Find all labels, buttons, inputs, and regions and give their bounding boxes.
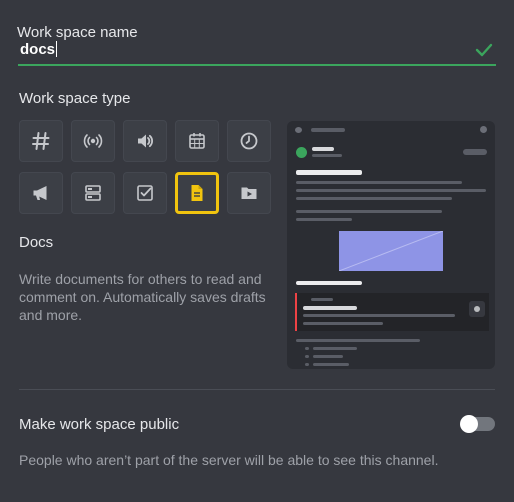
docs-preview — [287, 121, 495, 369]
type-option-board[interactable] — [71, 172, 115, 214]
preview-line — [313, 347, 357, 350]
clock-icon — [240, 132, 258, 150]
calendar-icon — [189, 133, 205, 149]
document-icon — [191, 185, 203, 201]
preview-bullet — [305, 347, 309, 350]
preview-button — [463, 149, 487, 155]
public-label: Make work space public — [19, 416, 180, 433]
section-divider — [19, 389, 495, 390]
workspace-name-input[interactable]: docs — [18, 40, 496, 66]
speaker-icon — [138, 134, 154, 148]
preview-bullet — [305, 363, 309, 366]
preview-line — [296, 197, 452, 200]
broadcast-icon — [83, 134, 103, 148]
preview-dot — [474, 306, 480, 312]
type-option-video[interactable] — [227, 172, 271, 214]
preview-line — [296, 218, 352, 221]
check-icon — [475, 43, 493, 57]
preview-line — [313, 363, 349, 366]
workspace-type-label: Work space type — [19, 90, 131, 107]
type-option-announcement[interactable] — [19, 172, 63, 214]
preview-line — [296, 170, 362, 175]
preview-dot — [295, 127, 302, 133]
preview-line — [296, 339, 420, 342]
preview-line — [303, 322, 383, 325]
preview-bullet — [305, 355, 309, 358]
preview-line — [296, 281, 362, 285]
preview-line — [303, 314, 455, 317]
public-toggle[interactable] — [460, 415, 495, 433]
preview-line — [296, 210, 442, 213]
preview-line — [311, 298, 333, 301]
preview-comment — [295, 293, 489, 331]
workspace-name-value: docs — [20, 41, 56, 58]
type-option-broadcast[interactable] — [71, 120, 115, 162]
preview-image — [339, 231, 443, 271]
toggle-knob — [460, 415, 478, 433]
megaphone-icon — [33, 186, 47, 200]
checkbox-icon — [137, 185, 153, 201]
type-option-voice[interactable] — [123, 120, 167, 162]
preview-dot — [480, 126, 487, 133]
preview-comment-button — [469, 301, 485, 317]
type-option-tasks[interactable] — [123, 172, 167, 214]
selected-type-description: Write documents for others to read and c… — [19, 271, 266, 323]
preview-line — [296, 189, 486, 192]
preview-avatar — [296, 147, 307, 158]
type-option-clock[interactable] — [227, 120, 271, 162]
preview-line — [296, 181, 462, 184]
preview-line — [311, 128, 345, 132]
preview-line — [303, 306, 357, 310]
preview-line — [312, 154, 342, 157]
video-icon — [241, 187, 257, 199]
type-option-text[interactable] — [19, 120, 63, 162]
preview-line — [313, 355, 343, 358]
board-icon — [85, 185, 101, 201]
public-description: People who aren’t part of the server wil… — [19, 452, 439, 468]
hash-icon — [32, 132, 50, 150]
type-option-docs[interactable] — [175, 172, 219, 214]
preview-line — [312, 147, 334, 151]
text-caret — [56, 41, 57, 57]
workspace-name-label: Work space name — [17, 24, 138, 41]
selected-type-title: Docs — [19, 234, 54, 251]
type-option-calendar[interactable] — [175, 120, 219, 162]
